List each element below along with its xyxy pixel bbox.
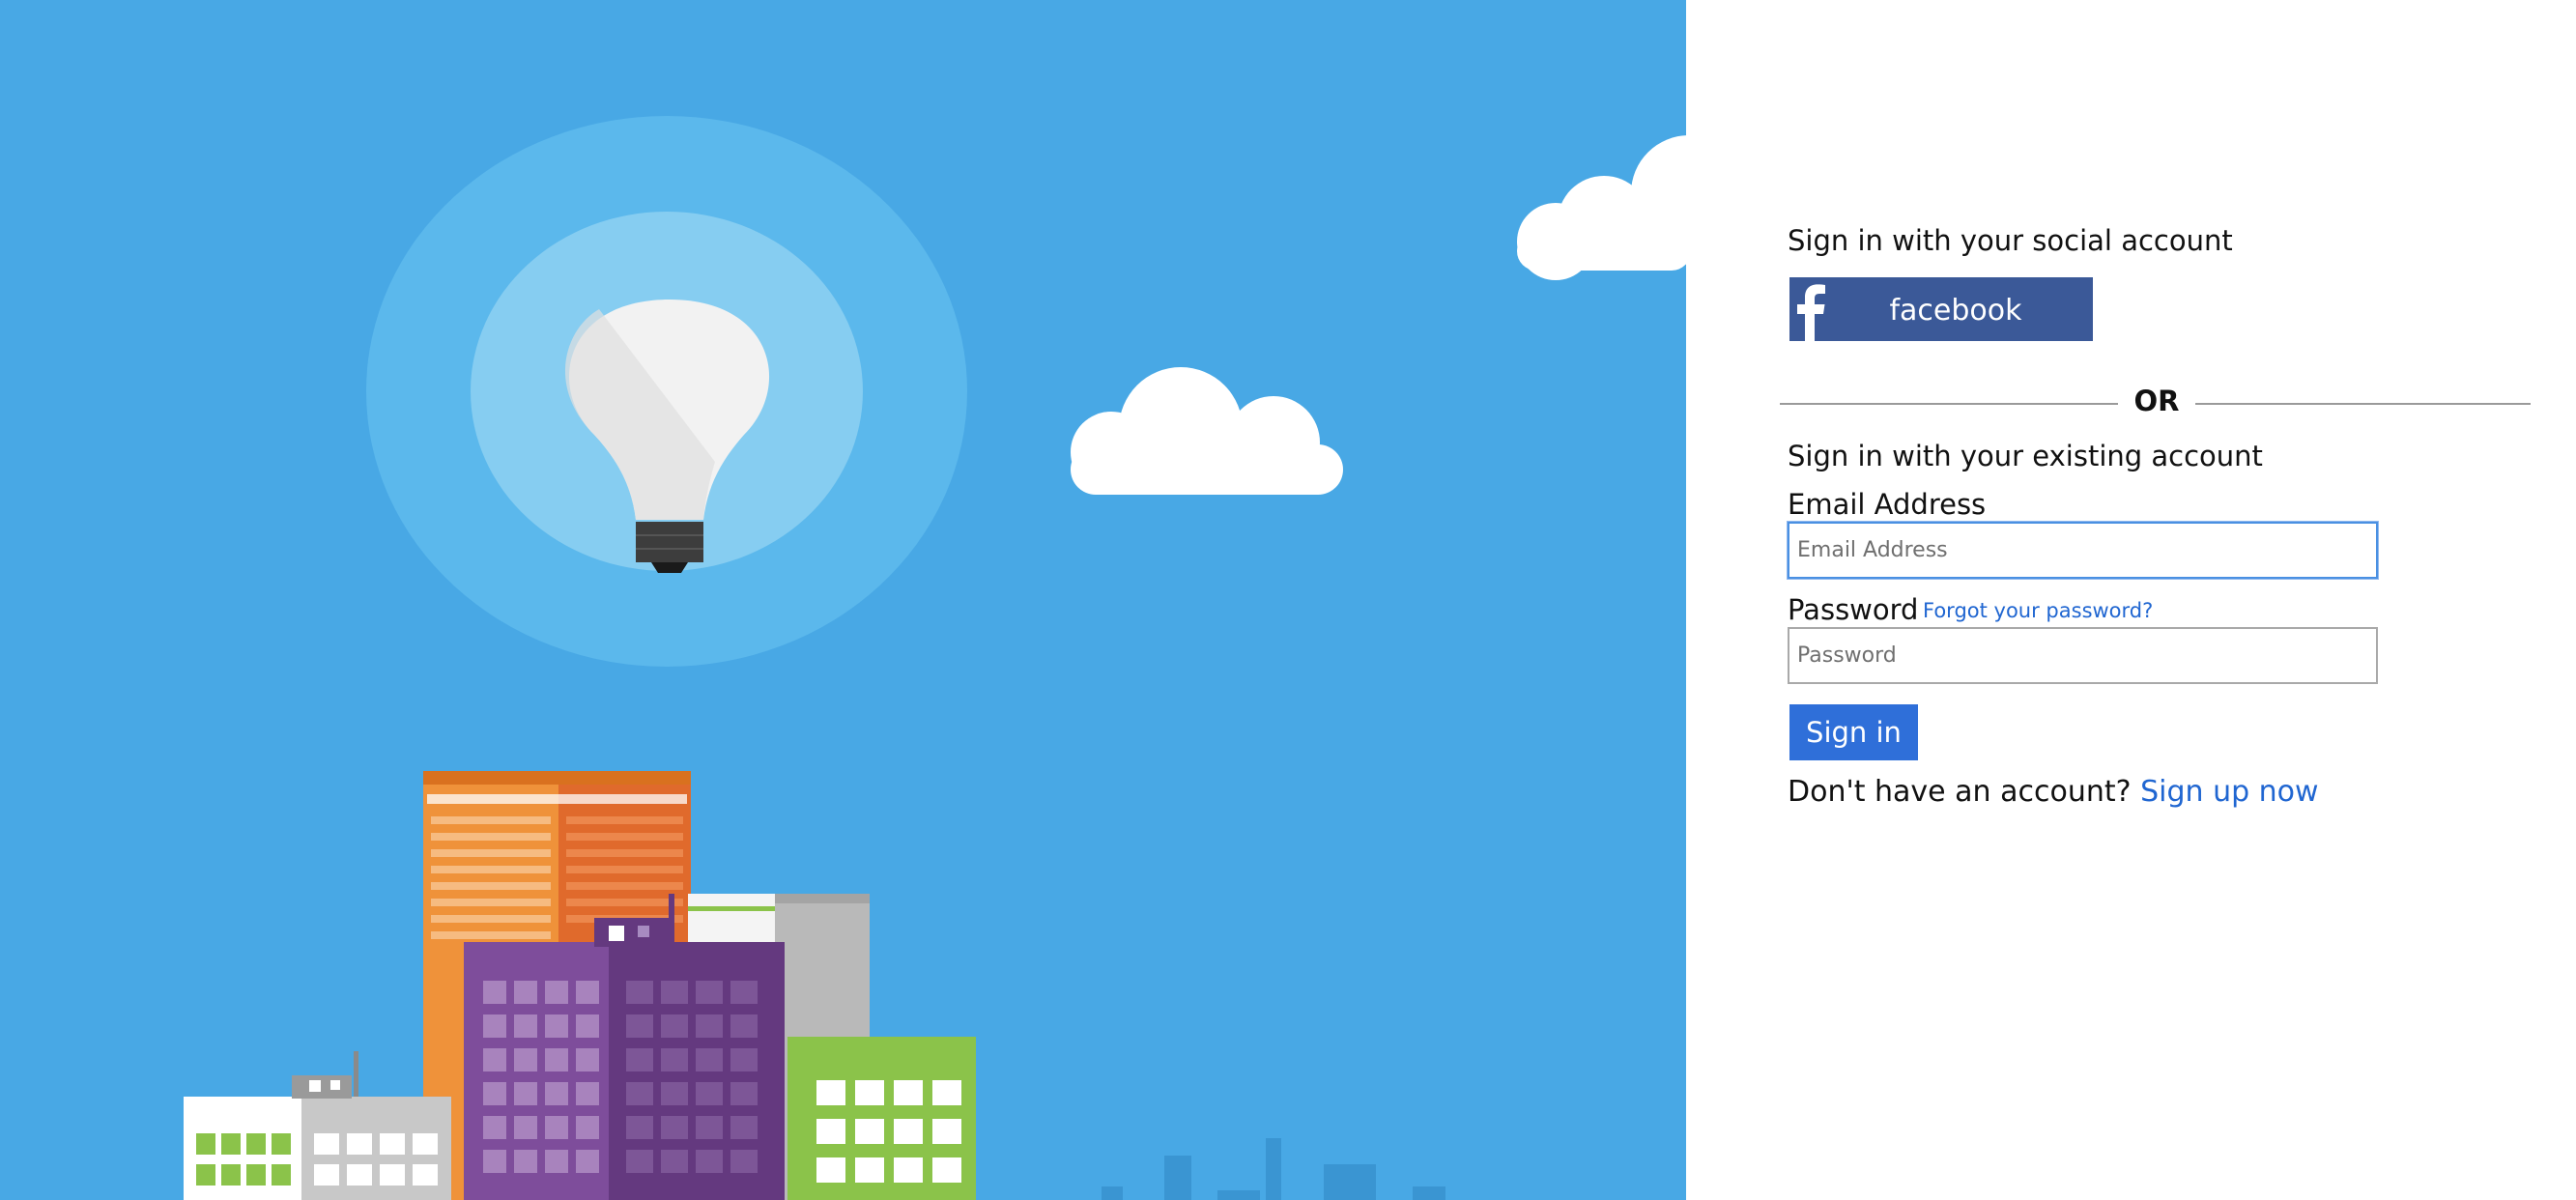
social-signin-heading: Sign in with your social account xyxy=(1788,224,2233,257)
cloud-icon xyxy=(1071,367,1343,495)
signup-prompt-text: Don't have an account? xyxy=(1788,775,2132,809)
city-skyline-icon xyxy=(184,771,976,1200)
hero-illustration xyxy=(0,0,1686,1200)
sign-in-panel: Sign in with your social account faceboo… xyxy=(1686,0,2576,1200)
or-divider: OR xyxy=(1780,385,2531,419)
city-illustration xyxy=(184,116,1686,1200)
password-field[interactable] xyxy=(1788,627,2378,684)
cloud-icon xyxy=(1517,135,1686,280)
facebook-button-label: facebook xyxy=(1889,294,2022,328)
signup-prompt: Don't have an account? Sign up now xyxy=(1788,775,2319,809)
divider-line xyxy=(1780,403,2118,405)
or-label: OR xyxy=(2133,385,2180,417)
sign-up-link[interactable]: Sign up now xyxy=(2140,775,2318,809)
forgot-password-link[interactable]: Forgot your password? xyxy=(1923,599,2153,622)
facebook-signin-button[interactable]: facebook xyxy=(1789,277,2093,341)
password-label: Password xyxy=(1788,593,1919,626)
local-signin-heading: Sign in with your existing account xyxy=(1788,440,2263,472)
skyline-silhouette xyxy=(1102,1138,1445,1200)
email-label: Email Address xyxy=(1788,488,1987,521)
sign-in-button[interactable]: Sign in xyxy=(1789,704,1918,760)
email-field[interactable] xyxy=(1788,522,2378,579)
divider-line xyxy=(2195,403,2531,405)
lightbulb-icon xyxy=(366,116,967,667)
